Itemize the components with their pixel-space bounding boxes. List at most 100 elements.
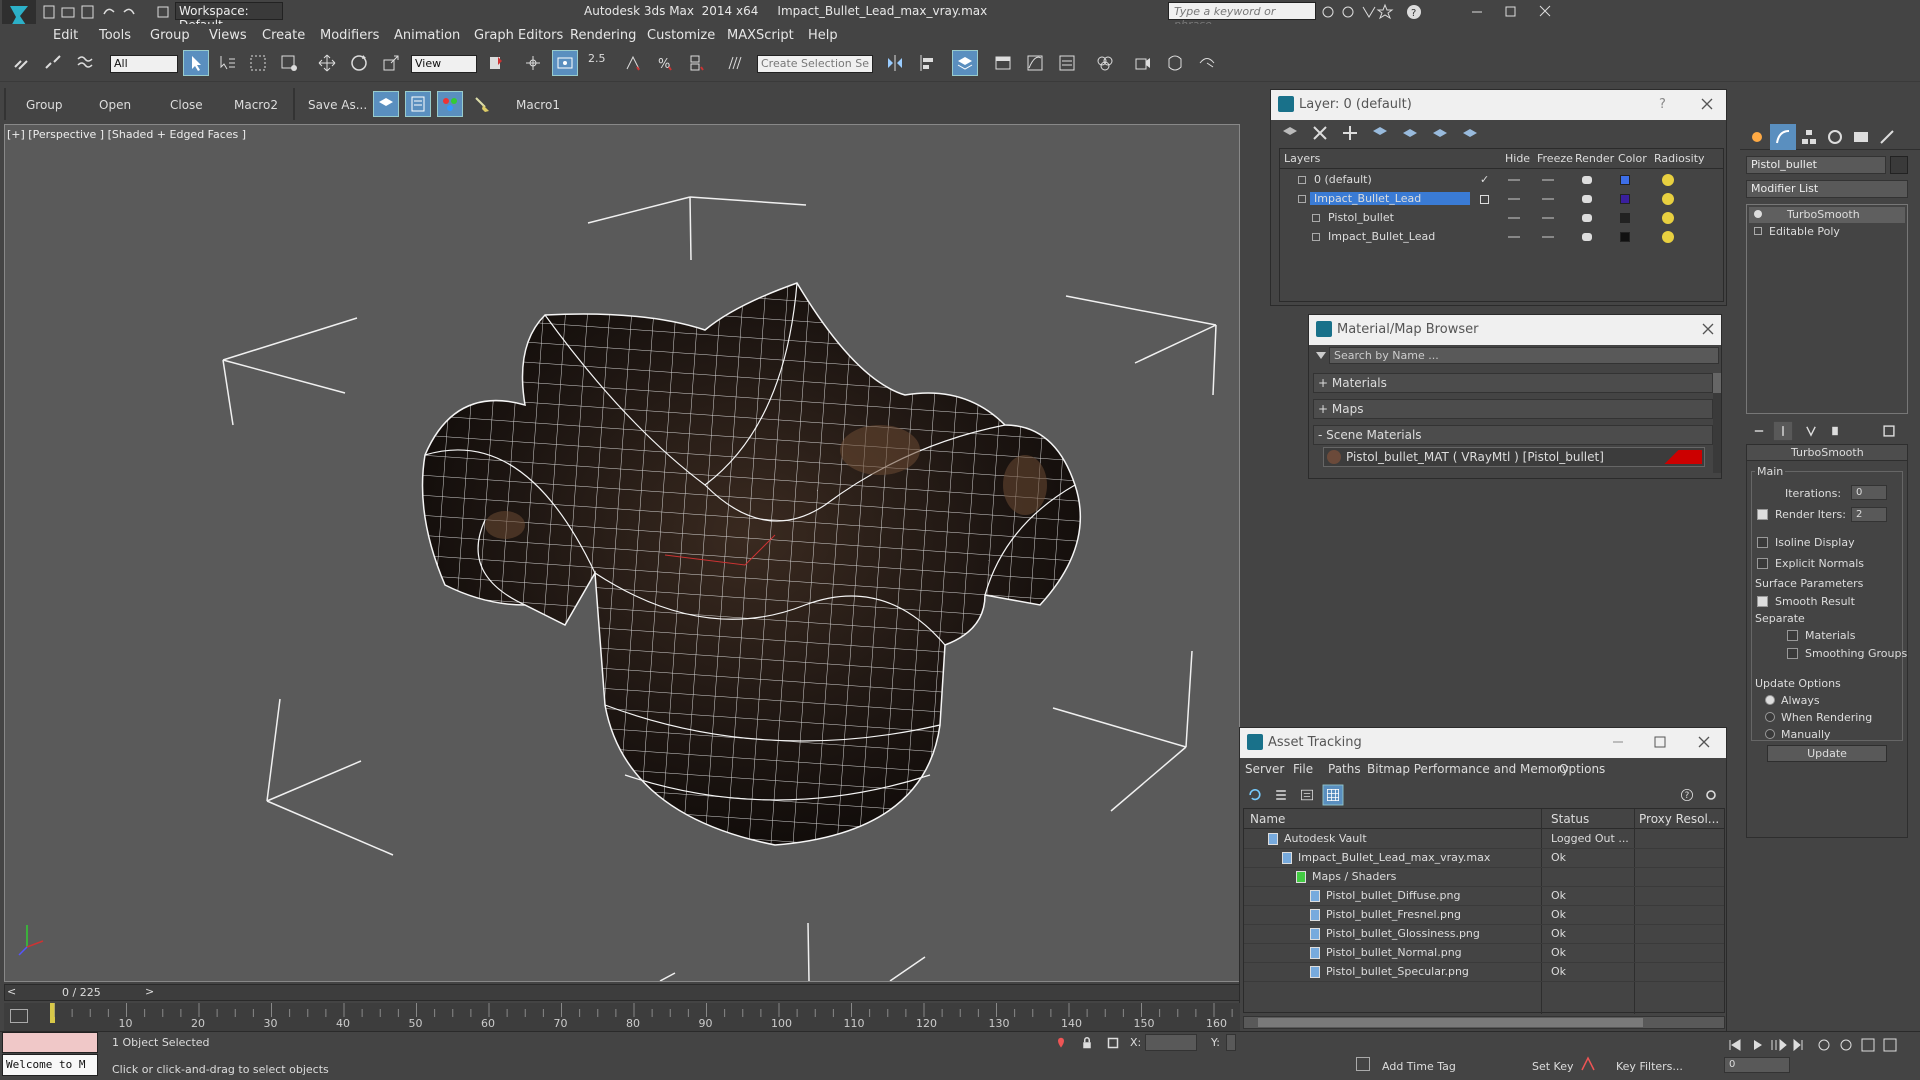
add-to-layer-icon[interactable]	[1337, 120, 1363, 146]
layer-row[interactable]: 0 (default) ✓	[1280, 171, 1723, 190]
key-filters-button[interactable]: Key Filters...	[1616, 1060, 1683, 1073]
hide-toggle[interactable]	[1508, 198, 1520, 200]
always-radio[interactable]	[1765, 695, 1775, 705]
radiosity-icon[interactable]	[1662, 174, 1674, 186]
stack-item-turbosmooth[interactable]: TurboSmooth	[1749, 207, 1905, 223]
minimize-button[interactable]	[1470, 4, 1484, 18]
menu-animation[interactable]: Animation	[394, 28, 460, 43]
scale-icon[interactable]	[378, 50, 404, 76]
quick-access-icons[interactable]	[42, 4, 172, 20]
update-button[interactable]: Update	[1767, 745, 1887, 762]
maxscript-listener[interactable]	[2, 1032, 98, 1053]
material-search-input[interactable]: Search by Name ...	[1329, 347, 1719, 364]
help-button[interactable]: ?	[1659, 97, 1666, 112]
scene-materials-group[interactable]: - Scene Materials	[1313, 425, 1713, 445]
create-tab-icon[interactable]	[1744, 124, 1770, 150]
search-input[interactable]: Type a keyword or phrase	[1168, 2, 1316, 31]
menu-tools[interactable]: Tools	[99, 28, 131, 43]
percent-snap-icon[interactable]: %	[652, 50, 678, 76]
angle-snap-icon[interactable]	[620, 50, 646, 76]
asset-tracking-titlebar[interactable]: Asset Tracking	[1240, 728, 1726, 758]
freeze-toggle[interactable]	[1542, 236, 1554, 238]
render-iters-checkbox[interactable]	[1757, 509, 1768, 520]
col-hide[interactable]: Hide	[1505, 152, 1530, 165]
close-window-button[interactable]	[1538, 4, 1552, 18]
col-render[interactable]: Render	[1575, 152, 1614, 165]
make-unique-icon[interactable]	[1802, 422, 1820, 440]
menu-graph-editors[interactable]: Graph Editors	[474, 28, 563, 43]
asset-menu-file[interactable]: File	[1293, 762, 1313, 776]
x-coordinate-field[interactable]	[1145, 1034, 1197, 1051]
stack-item-editable-poly[interactable]: Editable Poly	[1749, 224, 1905, 240]
selection-filter-dropdown[interactable]: All	[110, 55, 178, 73]
track-bar-icon[interactable]	[10, 1009, 28, 1023]
col-layers[interactable]: Layers	[1284, 152, 1320, 165]
remove-modifier-icon[interactable]	[1826, 422, 1844, 440]
asset-menu-server[interactable]: Server	[1245, 762, 1284, 776]
utilities-tab-icon[interactable]	[1874, 124, 1900, 150]
save-as-button[interactable]: Save As...	[308, 98, 367, 112]
asset-row[interactable]: Pistol_bullet_Normal.png Ok	[1244, 944, 1724, 963]
menu-edit[interactable]: Edit	[53, 28, 78, 43]
layer-row[interactable]: Impact_Bullet_Lead	[1280, 190, 1723, 209]
radiosity-icon[interactable]	[1662, 193, 1674, 205]
prev-frame-arrow[interactable]: <	[7, 985, 16, 998]
render-iters-spinner[interactable]: 2	[1851, 507, 1887, 522]
layer-row[interactable]: Pistol_bullet	[1280, 209, 1723, 228]
layer-manager-icon[interactable]	[952, 50, 978, 76]
asset-row[interactable]: Pistol_bullet_Specular.png Ok	[1244, 963, 1724, 982]
open-macro-button[interactable]: Open	[99, 98, 131, 112]
modify-tab-icon[interactable]	[1770, 124, 1796, 150]
hide-toggle[interactable]	[1508, 217, 1520, 219]
lock-icon[interactable]	[1077, 1033, 1097, 1053]
select-link-icon[interactable]	[8, 50, 34, 76]
render-teapot-icon[interactable]	[1582, 176, 1592, 184]
close-icon[interactable]	[1698, 736, 1710, 748]
layer-name[interactable]: Pistol_bullet	[1324, 211, 1398, 224]
menu-help[interactable]: Help	[808, 28, 838, 43]
time-tag-icon[interactable]	[1356, 1057, 1370, 1071]
layer-name[interactable]: Impact_Bullet_Lead	[1324, 230, 1439, 243]
rollout-header[interactable]: TurboSmooth	[1747, 445, 1907, 461]
select-manipulate-icon[interactable]	[520, 50, 546, 76]
schematic-view-icon[interactable]	[1054, 50, 1080, 76]
asset-row[interactable]: Pistol_bullet_Glossiness.png Ok	[1244, 925, 1724, 944]
pin-stack-icon[interactable]	[1750, 422, 1768, 440]
when-rendering-radio[interactable]	[1765, 712, 1775, 722]
rotate-icon[interactable]	[346, 50, 372, 76]
asset-menu-options[interactable]: Options	[1559, 762, 1605, 776]
object-color-swatch[interactable]	[1890, 156, 1908, 174]
macro2-button[interactable]: Macro2	[234, 98, 278, 112]
rect-selection-icon[interactable]	[245, 50, 271, 76]
menu-modifiers[interactable]: Modifiers	[320, 28, 379, 43]
hierarchy-tab-icon[interactable]	[1796, 124, 1822, 150]
configure-sets-icon[interactable]	[1880, 422, 1898, 440]
search-options-icon[interactable]	[1315, 350, 1327, 362]
macro1-button[interactable]: Macro1	[516, 98, 560, 112]
highlight-layer-icon[interactable]	[1397, 120, 1423, 146]
playback-controls[interactable]	[1724, 1036, 1914, 1054]
mirror-icon[interactable]	[882, 50, 908, 76]
minimize-icon[interactable]	[1612, 736, 1624, 748]
refresh-icon[interactable]	[1245, 785, 1266, 806]
col-status[interactable]: Status	[1551, 812, 1589, 826]
window-crossing-icon[interactable]	[276, 50, 302, 76]
layer-icon[interactable]	[373, 91, 399, 117]
delete-layer-icon[interactable]	[1307, 120, 1333, 146]
track-bar[interactable]: 10 20 30 40 50 60 70 80 90 100 110 120 130 140 150 160	[4, 1003, 1240, 1031]
set-key-button[interactable]: Set Key	[1532, 1060, 1574, 1073]
absolute-mode-icon[interactable]	[1103, 1033, 1123, 1053]
material-browser-icon[interactable]	[437, 91, 463, 117]
render-frame-icon[interactable]	[1162, 50, 1188, 76]
bind-spacewarp-icon[interactable]	[72, 50, 98, 76]
keyboard-shortcut-icon[interactable]	[552, 50, 578, 76]
tree-view-icon[interactable]	[1297, 785, 1318, 806]
layer-color-swatch[interactable]	[1620, 232, 1630, 242]
material-browser-scrollbar[interactable]	[1713, 373, 1721, 473]
close-macro-button[interactable]: Close	[170, 98, 203, 112]
maximize-button[interactable]	[1504, 4, 1518, 18]
maxscript-input[interactable]: Welcome to M	[2, 1054, 98, 1076]
asset-row[interactable]: Maps / Shaders	[1244, 868, 1724, 887]
layer-row[interactable]: Impact_Bullet_Lead	[1280, 228, 1723, 247]
named-selection-dropdown[interactable]: Create Selection Se	[757, 55, 873, 73]
